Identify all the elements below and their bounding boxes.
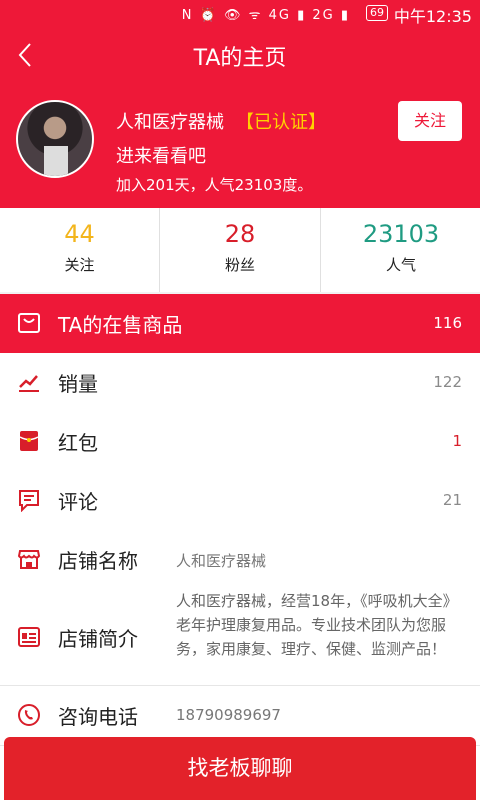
row-count: 1 [452,432,462,450]
on-sale-goods-row[interactable]: TA的在售商品 116 [0,294,480,353]
stat-popularity[interactable]: 23103 人气 [320,208,480,292]
follow-button[interactable]: 关注 [398,101,462,141]
store-intro-row: 店铺简介 人和医疗器械，经营18年，《呼吸机大全》老年护理康复用品。专业技术团队… [0,589,480,686]
row-count: 122 [433,373,462,391]
red-packet-row[interactable]: 红包 1 [0,412,480,472]
row-label: 咨询电话 [58,705,138,729]
store-name-value: 人和医疗器械 [176,552,267,570]
shopping-bag-icon [18,313,40,333]
stat-following[interactable]: 44 关注 [0,208,159,292]
red-packet-icon [19,431,39,451]
row-label: 红包 [58,431,98,455]
avatar [16,100,94,178]
row-label: 店铺名称 [58,549,138,573]
stat-value: 44 [64,220,95,248]
store-intro-value: 人和医疗器械，经营18年，《呼吸机大全》老年护理康复用品。专业技术团队为您服务，… [176,592,458,658]
id-card-icon [18,627,40,647]
profile-card: 人和医疗器械 【已认证】 进来看看吧 加入201天，人气23103度。 关注 [0,84,480,208]
row-count: 116 [433,314,462,332]
sales-row[interactable]: 销量 122 [0,353,480,413]
phone-value[interactable]: 18790989697 [176,706,281,724]
battery-icon: 69 [366,5,388,21]
status-time: 中午12:35 [393,7,472,26]
store-icon [17,550,41,569]
row-label: TA的在售商品 [58,313,183,337]
verified-badge: 【已认证】 [236,112,326,133]
stat-label: 关注 [64,256,95,274]
status-icons: N ⏰ 👁 ᯤ 4G ▮ 2G ▮ [181,8,350,23]
comments-row[interactable]: 评论 21 [0,471,480,531]
trend-chart-icon [19,375,39,392]
stat-value: 28 [224,220,256,248]
chat-with-owner-button[interactable]: 找老板聊聊 [4,737,476,800]
row-label: 店铺简介 [58,627,138,651]
shop-name: 人和医疗器械 [116,112,224,133]
comment-icon [19,490,39,512]
row-label: 销量 [58,372,98,396]
header: TA的主页 [0,26,480,84]
row-count: 21 [442,491,462,509]
store-name-row: 店铺名称 人和医疗器械 [0,530,480,590]
joined-info: 加入201天，人气23103度。 [116,176,313,194]
stat-label: 粉丝 [224,256,255,274]
phone-icon [18,704,40,726]
page-title: TA的主页 [193,46,287,71]
stat-value: 23103 [362,220,440,248]
shop-intro-line: 进来看看吧 [116,146,206,167]
stat-fans[interactable]: 28 粉丝 [159,208,320,292]
row-label: 评论 [58,490,98,514]
status-bar: N ⏰ 👁 ᯤ 4G ▮ 2G ▮ 69 中午12:35 [0,0,480,26]
stats-bar: 44 关注 28 粉丝 23103 人气 [0,208,480,293]
stat-label: 人气 [385,256,416,274]
